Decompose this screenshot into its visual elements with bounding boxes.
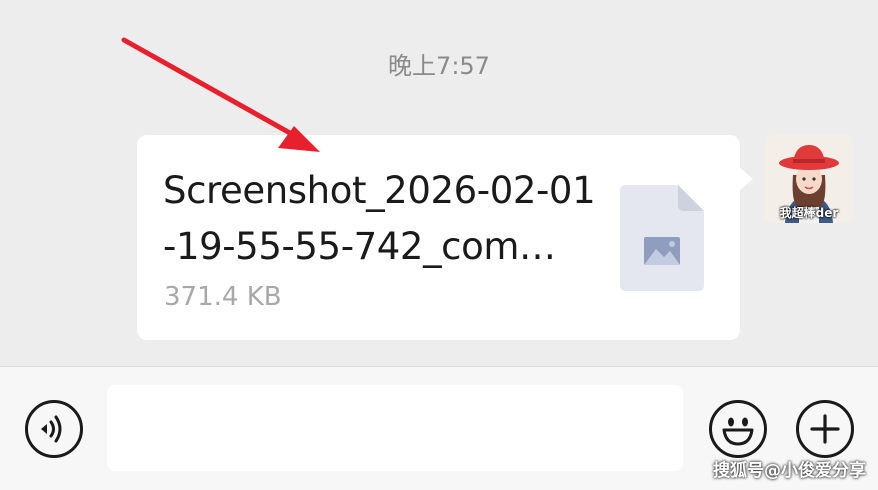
message-input[interactable] xyxy=(107,385,683,471)
file-message-bubble[interactable]: Screenshot_2026-02-01-19-55-55-742_com… … xyxy=(137,135,753,340)
file-size: 371.4 KB xyxy=(164,282,282,312)
chat-message-area[interactable]: 晚上7:57 Screenshot_2026-02-01-19-55-55-74… xyxy=(0,0,878,366)
image-file-icon xyxy=(620,185,704,291)
avatar[interactable]: 我超棒der xyxy=(765,135,853,223)
more-actions-button[interactable] xyxy=(796,400,854,458)
input-bar: 搜狐号@小俊爱分享 xyxy=(0,367,878,490)
watermark: 搜狐号@小俊爱分享 xyxy=(713,461,866,481)
plus-icon xyxy=(810,414,840,444)
emoji-button[interactable] xyxy=(709,400,767,458)
voice-icon xyxy=(41,415,62,443)
avatar-caption: 我超棒der xyxy=(779,206,839,220)
message-timestamp: 晚上7:57 xyxy=(388,52,490,80)
voice-button[interactable] xyxy=(25,400,83,458)
file-name: Screenshot_2026-02-01-19-55-55-742_com… xyxy=(163,169,596,268)
bubble-tail xyxy=(739,167,753,191)
smiley-icon xyxy=(722,417,754,446)
